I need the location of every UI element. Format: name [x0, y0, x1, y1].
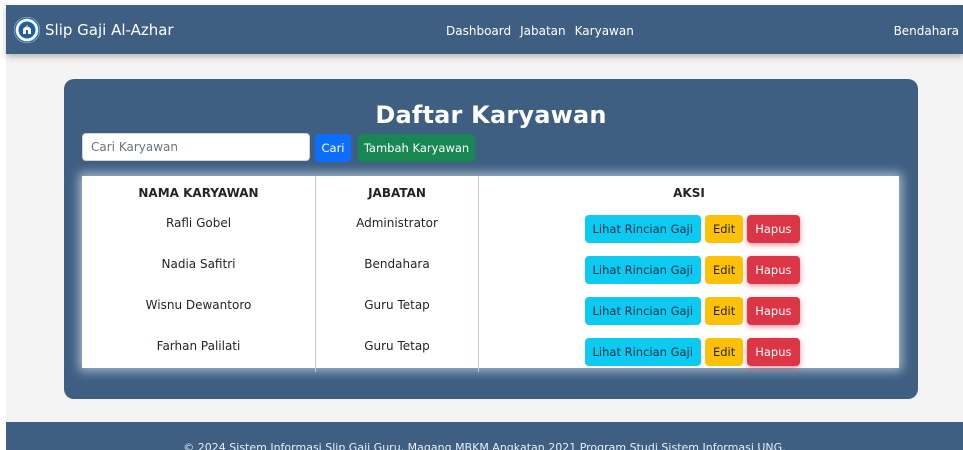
employee-table-container: NAMA KARYAWAN JABATAN AKSI Rafli Gobel A… [82, 176, 899, 372]
search-button[interactable]: Cari [315, 134, 351, 162]
al-azhar-logo-icon [14, 17, 40, 43]
delete-button[interactable]: Hapus [747, 337, 800, 366]
edit-button[interactable]: Edit [704, 337, 744, 366]
header-aksi: AKSI [673, 186, 705, 200]
employee-name: Rafli Gobel [82, 208, 316, 249]
employee-role: Bendahara [315, 249, 479, 290]
header-nama-karyawan: NAMA KARYAWAN [82, 176, 316, 208]
nav-link-dashboard[interactable]: Dashboard [446, 24, 511, 38]
view-salary-button[interactable]: Lihat Rincian Gaji [584, 337, 701, 366]
table-row: Wisnu Dewantoro Guru Tetap Lihat Rincian… [82, 290, 899, 331]
nav-link-karyawan[interactable]: Karyawan [575, 24, 634, 38]
nav-user-menu[interactable]: Bendahara [894, 24, 959, 38]
navbar-brand[interactable]: Slip Gaji Al-Azhar [14, 17, 174, 43]
view-salary-button[interactable]: Lihat Rincian Gaji [584, 255, 701, 284]
row-actions: Lihat Rincian Gaji Edit Hapus [479, 208, 900, 249]
header-jabatan: JABATAN [315, 176, 479, 208]
view-salary-button[interactable]: Lihat Rincian Gaji [584, 214, 701, 243]
brand-title: Slip Gaji Al-Azhar [45, 21, 174, 39]
delete-button[interactable]: Hapus [747, 296, 800, 325]
table-row: Farhan Palilati Guru Tetap Lihat Rincian… [82, 331, 899, 372]
employee-name: Wisnu Dewantoro [82, 290, 316, 331]
employee-name: Farhan Palilati [82, 331, 316, 372]
search-input[interactable] [82, 133, 310, 161]
view-salary-button[interactable]: Lihat Rincian Gaji [584, 296, 701, 325]
table-row: Rafli Gobel Administrator Lihat Rincian … [82, 208, 899, 249]
row-actions: Lihat Rincian Gaji Edit Hapus [479, 331, 900, 372]
delete-button[interactable]: Hapus [747, 255, 800, 284]
add-employee-button[interactable]: Tambah Karyawan [358, 134, 475, 162]
edit-button[interactable]: Edit [704, 255, 744, 284]
footer-copyright: © 2024 Sistem Informasi Slip Gaji Guru, … [183, 441, 786, 450]
employee-role: Guru Tetap [315, 290, 479, 331]
page-title: Daftar Karyawan [375, 101, 607, 129]
navbar: Slip Gaji Al-Azhar Dashboard Jabatan Kar… [6, 5, 963, 54]
edit-button[interactable]: Edit [704, 214, 744, 243]
employee-list-card: Daftar Karyawan Cari Tambah Karyawan NAM… [64, 79, 918, 399]
employee-name: Nadia Safitri [82, 249, 316, 290]
employee-table: NAMA KARYAWAN JABATAN AKSI Rafli Gobel A… [82, 176, 899, 372]
employee-role: Administrator [315, 208, 479, 249]
row-actions: Lihat Rincian Gaji Edit Hapus [479, 290, 900, 331]
nav-links: Dashboard Jabatan Karyawan [446, 24, 634, 38]
edit-button[interactable]: Edit [704, 296, 744, 325]
delete-button[interactable]: Hapus [747, 214, 800, 243]
row-actions: Lihat Rincian Gaji Edit Hapus [479, 249, 900, 290]
footer: © 2024 Sistem Informasi Slip Gaji Guru, … [6, 422, 963, 450]
table-header-row: NAMA KARYAWAN JABATAN AKSI [82, 176, 899, 208]
employee-role: Guru Tetap [315, 331, 479, 372]
table-row: Nadia Safitri Bendahara Lihat Rincian Ga… [82, 249, 899, 290]
nav-link-jabatan[interactable]: Jabatan [520, 24, 566, 38]
